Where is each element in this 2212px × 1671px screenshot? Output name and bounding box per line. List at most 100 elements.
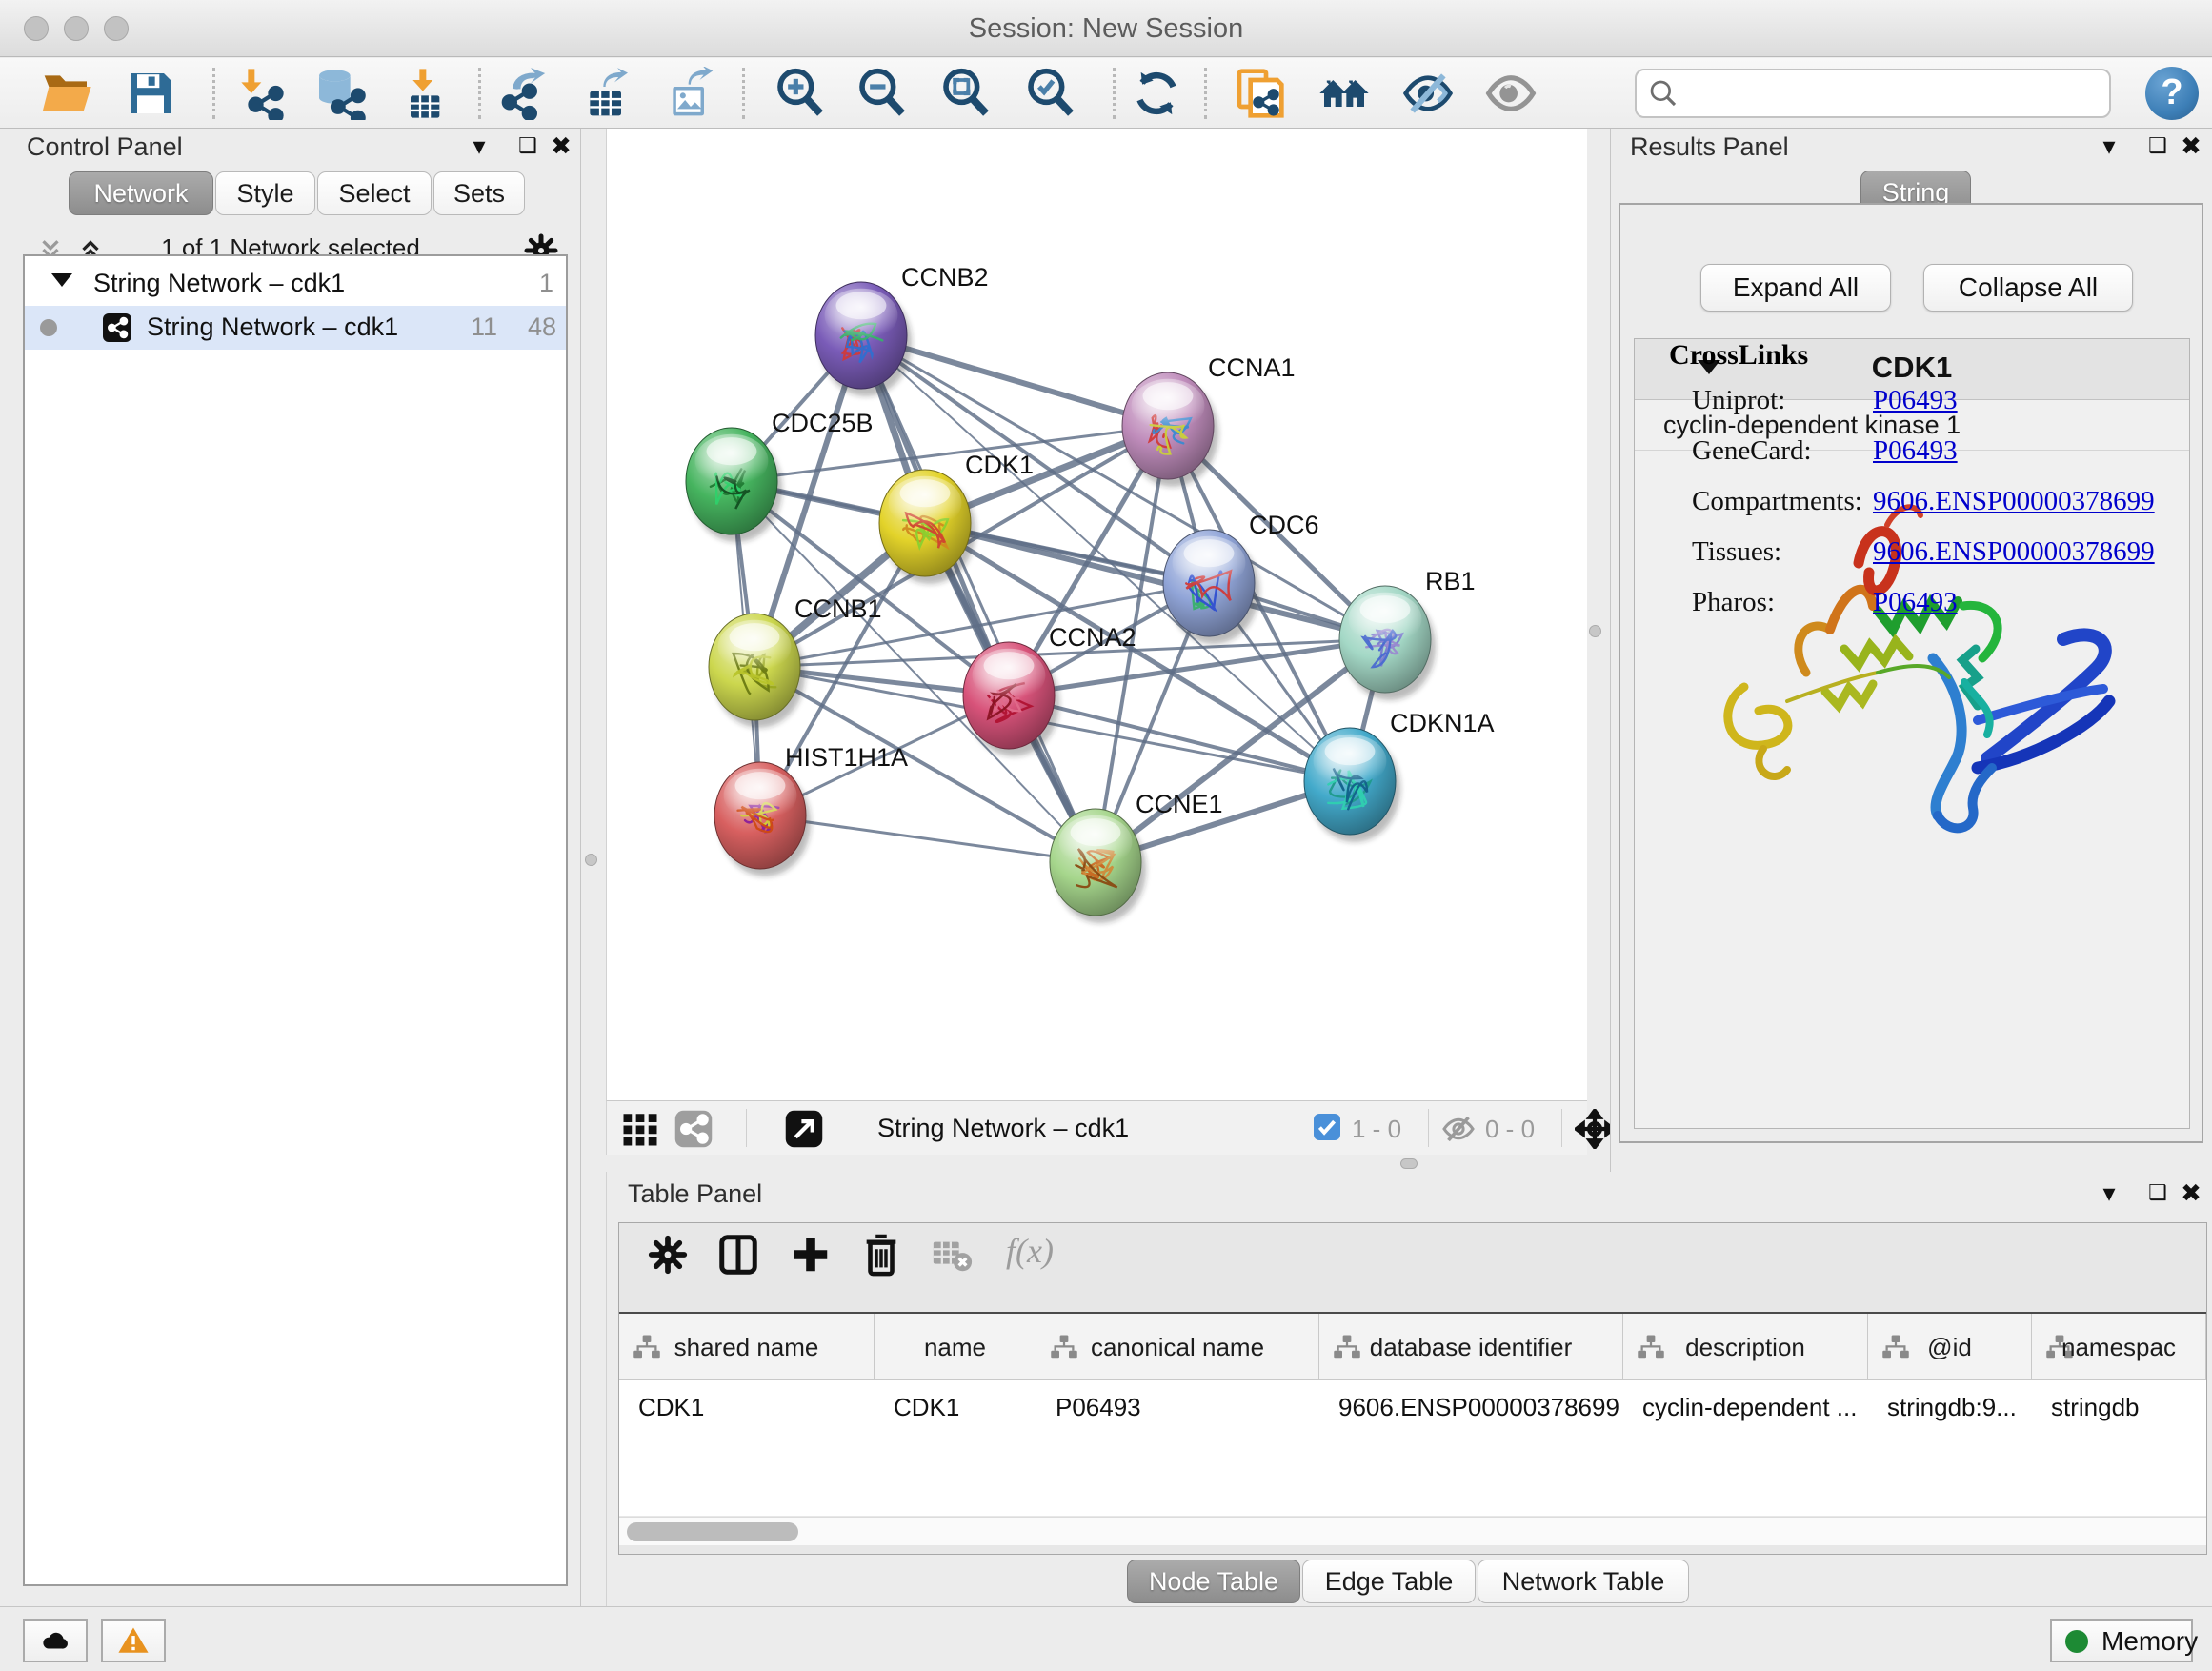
network-node-CCNB1[interactable]	[709, 614, 805, 728]
float-panel-icon[interactable]: ▾	[2093, 1178, 2125, 1210]
crosslink-link[interactable]: P06493	[1873, 587, 1958, 618]
zoom-fit-icon[interactable]	[939, 67, 993, 120]
column-header--id[interactable]: @id	[1868, 1314, 2032, 1380]
column-header-canonical-name[interactable]: canonical name	[1036, 1314, 1319, 1380]
collection-expand-arrow-icon[interactable]	[51, 273, 72, 287]
export-network-icon[interactable]	[497, 67, 551, 120]
table-cell[interactable]: 9606.ENSP00000378699	[1319, 1381, 1623, 1437]
network-node-RB1[interactable]	[1339, 586, 1436, 700]
copy-string-network-icon[interactable]	[1233, 67, 1286, 120]
float-panel-icon[interactable]: ▾	[463, 131, 495, 163]
tab-node-table[interactable]: Node Table	[1127, 1560, 1300, 1603]
table-horizontal-scrollbar[interactable]	[619, 1517, 2206, 1545]
table-cell[interactable]: P06493	[1036, 1381, 1319, 1437]
search-input[interactable]	[1635, 69, 2111, 118]
string-home-icon[interactable]	[1317, 67, 1371, 120]
right-splitter-handle[interactable]	[1589, 625, 1601, 637]
tab-style[interactable]: Style	[215, 171, 315, 215]
left-splitter-handle[interactable]	[585, 854, 597, 866]
help-button[interactable]: ?	[2145, 67, 2199, 120]
maximize-panel-icon[interactable]: ❑	[2142, 131, 2174, 163]
network-node-CDKN1A[interactable]	[1304, 728, 1400, 842]
window-title: Session: New Session	[0, 13, 2212, 45]
hidden-eye-slash-icon[interactable]	[1441, 1112, 1476, 1146]
node-label-RB1: RB1	[1425, 567, 1476, 595]
zoom-in-icon[interactable]	[774, 67, 827, 120]
scrollbar-thumb[interactable]	[627, 1522, 798, 1541]
export-table-icon[interactable]	[581, 67, 634, 120]
network-node-CDK1[interactable]	[879, 470, 975, 584]
expand-all-button[interactable]: Expand All	[1700, 264, 1891, 312]
table-cell[interactable]: CDK1	[875, 1381, 1036, 1437]
tab-network[interactable]: Network	[69, 171, 213, 215]
zoom-selected-icon[interactable]	[1024, 67, 1077, 120]
selected-checkbox-icon[interactable]	[1314, 1114, 1340, 1140]
column-header-name[interactable]: name	[875, 1314, 1036, 1380]
network-node-CCNB2[interactable]	[815, 282, 912, 396]
import-table-file-icon[interactable]	[397, 67, 451, 120]
open-session-icon[interactable]	[40, 67, 93, 120]
save-session-icon[interactable]	[124, 67, 177, 120]
collapse-all-button[interactable]: Collapse All	[1923, 264, 2133, 312]
crosslink-link[interactable]: 9606.ENSP00000378699	[1873, 536, 2155, 568]
network-canvas[interactable]: CCNB2CCNA1CDC25BCDK1CDC6RB1CCNB1CCNA2CDK…	[606, 129, 1587, 1100]
collection-label: String Network – cdk1	[93, 269, 345, 298]
delete-table-icon[interactable]	[930, 1233, 974, 1277]
maximize-panel-icon[interactable]: ❑	[512, 131, 544, 163]
detach-view-icon[interactable]	[784, 1109, 824, 1149]
tab-sets[interactable]: Sets	[433, 171, 525, 215]
table-cell[interactable]: CDK1	[619, 1381, 875, 1437]
cloud-status-button[interactable]	[23, 1619, 88, 1662]
close-panel-icon[interactable]: ✖	[2175, 1178, 2207, 1210]
network-view-title: String Network – cdk1	[877, 1114, 1129, 1143]
tab-network-table[interactable]: Network Table	[1478, 1560, 1689, 1603]
network-node-CCNA1[interactable]	[1122, 372, 1218, 487]
function-builder-icon[interactable]: f(x)	[1006, 1231, 1054, 1271]
zoom-out-icon[interactable]	[855, 67, 909, 120]
table-cell[interactable]: cyclin-dependent ...	[1623, 1381, 1868, 1437]
tab-select[interactable]: Select	[317, 171, 432, 215]
column-header-shared-name[interactable]: shared name	[619, 1314, 875, 1380]
pan-move-icon[interactable]	[1575, 1109, 1615, 1149]
node-label-HIST1H1A: HIST1H1A	[785, 743, 908, 772]
create-column-plus-icon[interactable]	[789, 1233, 833, 1277]
delete-column-trash-icon[interactable]	[859, 1233, 903, 1277]
tab-edge-table[interactable]: Edge Table	[1302, 1560, 1476, 1603]
crosslink-link[interactable]: P06493	[1873, 385, 1958, 416]
crosslink-link[interactable]: 9606.ENSP00000378699	[1873, 486, 2155, 517]
crosslink-link[interactable]: P06493	[1873, 435, 1958, 467]
network-node-CCNE1[interactable]	[1050, 809, 1146, 923]
toolbar-separator	[1113, 68, 1116, 119]
export-image-icon[interactable]	[664, 67, 717, 120]
grid-view-icon[interactable]	[620, 1109, 660, 1149]
string-network-graph[interactable]: CCNB2CCNA1CDC25BCDK1CDC6RB1CCNB1CCNA2CDK…	[607, 129, 1588, 1100]
column-header-database-identifier[interactable]: database identifier	[1319, 1314, 1623, 1380]
show-columns-icon[interactable]	[716, 1233, 760, 1277]
network-node-CDC6[interactable]	[1163, 530, 1259, 644]
network-node-HIST1H1A[interactable]	[714, 762, 811, 876]
table-cell[interactable]: stringdb	[2032, 1381, 2206, 1437]
warnings-button[interactable]	[101, 1619, 166, 1662]
refresh-icon[interactable]	[1130, 67, 1183, 120]
column-header-namespac[interactable]: namespac	[2032, 1314, 2206, 1380]
network-collection-row[interactable]: String Network – cdk1 1	[25, 262, 566, 306]
memory-button[interactable]: Memory	[2050, 1619, 2193, 1662]
table-cell[interactable]: stringdb:9...	[1868, 1381, 2032, 1437]
results-panel: Results Panel ▾ ❑ ✖ String Expand All Co…	[1610, 129, 2212, 1172]
main-toolbar: ?	[0, 58, 2212, 129]
node-table[interactable]: shared namenamecanonical namedatabase id…	[619, 1312, 2206, 1516]
import-network-database-icon[interactable]	[312, 67, 366, 120]
bottom-splitter-handle[interactable]	[1400, 1158, 1418, 1169]
close-panel-icon[interactable]: ✖	[2175, 131, 2207, 163]
close-panel-icon[interactable]: ✖	[545, 131, 577, 163]
hide-selected-eye-icon[interactable]	[1401, 67, 1455, 120]
float-panel-icon[interactable]: ▾	[2093, 131, 2125, 163]
maximize-panel-icon[interactable]: ❑	[2142, 1178, 2174, 1210]
network-row-selected[interactable]: String Network – cdk1 11 48	[25, 306, 566, 350]
network-view-mode-icon[interactable]	[674, 1109, 714, 1149]
import-network-file-icon[interactable]	[232, 67, 286, 120]
network-node-CDC25B[interactable]	[686, 428, 782, 542]
show-all-eye-icon[interactable]	[1484, 67, 1538, 120]
table-options-gear-icon[interactable]	[646, 1233, 690, 1277]
column-header-description[interactable]: description	[1623, 1314, 1868, 1380]
